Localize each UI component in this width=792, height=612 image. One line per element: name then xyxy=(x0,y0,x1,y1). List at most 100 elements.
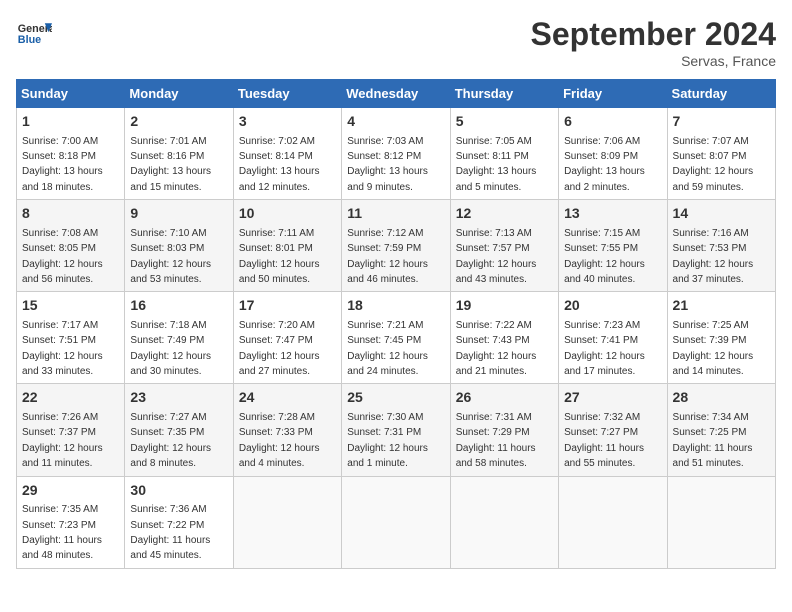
day-number: 12 xyxy=(456,204,553,224)
day-number: 8 xyxy=(22,204,119,224)
calendar-cell: 8 Sunrise: 7:08 AMSunset: 8:05 PMDaylight… xyxy=(17,200,125,292)
day-info: Sunrise: 7:08 AMSunset: 8:05 PMDaylight:… xyxy=(22,228,103,285)
col-sunday: Sunday xyxy=(17,80,125,108)
day-info: Sunrise: 7:02 AMSunset: 8:14 PMDaylight:… xyxy=(239,136,320,193)
col-friday: Friday xyxy=(559,80,667,108)
col-wednesday: Wednesday xyxy=(342,80,450,108)
day-info: Sunrise: 7:11 AMSunset: 8:01 PMDaylight:… xyxy=(239,228,320,285)
calendar-cell: 19Sunrise: 7:22 AMSunset: 7:43 PMDayligh… xyxy=(450,292,558,384)
calendar-cell xyxy=(450,476,558,568)
day-info: Sunrise: 7:35 AMSunset: 7:23 PMDaylight:… xyxy=(22,504,102,561)
col-saturday: Saturday xyxy=(667,80,775,108)
day-number: 7 xyxy=(673,112,770,132)
header-row: Sunday Monday Tuesday Wednesday Thursday… xyxy=(17,80,776,108)
day-number: 24 xyxy=(239,388,336,408)
calendar-cell: 29 Sunrise: 7:35 AMSunset: 7:23 PMDayligh… xyxy=(17,476,125,568)
calendar-cell: 30 Sunrise: 7:36 AMSunset: 7:22 PMDayligh… xyxy=(125,476,233,568)
calendar-cell: 14Sunrise: 7:16 AMSunset: 7:53 PMDayligh… xyxy=(667,200,775,292)
day-number: 26 xyxy=(456,388,553,408)
day-info: Sunrise: 7:17 AMSunset: 7:51 PMDaylight:… xyxy=(22,320,103,377)
calendar-body: 1 Sunrise: 7:00 AMSunset: 8:18 PMDaylight… xyxy=(17,108,776,569)
day-number: 17 xyxy=(239,296,336,316)
calendar-cell xyxy=(342,476,450,568)
calendar-cell: 27Sunrise: 7:32 AMSunset: 7:27 PMDayligh… xyxy=(559,384,667,476)
calendar-cell: 4Sunrise: 7:03 AMSunset: 8:12 PMDaylight… xyxy=(342,108,450,200)
day-info: Sunrise: 7:16 AMSunset: 7:53 PMDaylight:… xyxy=(673,228,754,285)
calendar-cell xyxy=(559,476,667,568)
day-number: 21 xyxy=(673,296,770,316)
calendar-cell xyxy=(667,476,775,568)
month-title: September 2024 xyxy=(531,16,776,53)
calendar-week-3: 15 Sunrise: 7:17 AMSunset: 7:51 PMDayligh… xyxy=(17,292,776,384)
calendar-cell: 24 Sunrise: 7:28 AMSunset: 7:33 PMDayligh… xyxy=(233,384,341,476)
calendar-cell: 6 Sunrise: 7:06 AMSunset: 8:09 PMDaylight… xyxy=(559,108,667,200)
day-info: Sunrise: 7:06 AMSunset: 8:09 PMDaylight:… xyxy=(564,136,645,193)
day-number: 29 xyxy=(22,481,119,501)
calendar-cell: 20Sunrise: 7:23 AMSunset: 7:41 PMDayligh… xyxy=(559,292,667,384)
day-info: Sunrise: 7:07 AMSunset: 8:07 PMDaylight:… xyxy=(673,136,754,193)
day-number: 3 xyxy=(239,112,336,132)
calendar-cell: 16 Sunrise: 7:18 AMSunset: 7:49 PMDayligh… xyxy=(125,292,233,384)
day-number: 25 xyxy=(347,388,444,408)
calendar-cell: 12 Sunrise: 7:13 AMSunset: 7:57 PMDayligh… xyxy=(450,200,558,292)
day-number: 30 xyxy=(130,481,227,501)
day-number: 15 xyxy=(22,296,119,316)
calendar-week-1: 1 Sunrise: 7:00 AMSunset: 8:18 PMDaylight… xyxy=(17,108,776,200)
day-number: 16 xyxy=(130,296,227,316)
day-number: 13 xyxy=(564,204,661,224)
calendar-cell: 22 Sunrise: 7:26 AMSunset: 7:37 PMDayligh… xyxy=(17,384,125,476)
calendar-cell: 1 Sunrise: 7:00 AMSunset: 8:18 PMDaylight… xyxy=(17,108,125,200)
day-number: 11 xyxy=(347,204,444,224)
day-number: 22 xyxy=(22,388,119,408)
calendar-cell: 17 Sunrise: 7:20 AMSunset: 7:47 PMDayligh… xyxy=(233,292,341,384)
day-number: 19 xyxy=(456,296,553,316)
calendar-week-2: 8 Sunrise: 7:08 AMSunset: 8:05 PMDaylight… xyxy=(17,200,776,292)
day-info: Sunrise: 7:34 AMSunset: 7:25 PMDaylight:… xyxy=(673,412,753,469)
calendar-cell: 28 Sunrise: 7:34 AMSunset: 7:25 PMDayligh… xyxy=(667,384,775,476)
day-number: 20 xyxy=(564,296,661,316)
day-number: 28 xyxy=(673,388,770,408)
logo-icon: General Blue xyxy=(16,16,52,52)
day-info: Sunrise: 7:00 AMSunset: 8:18 PMDaylight:… xyxy=(22,136,103,193)
logo: General Blue xyxy=(16,16,52,52)
day-info: Sunrise: 7:18 AMSunset: 7:49 PMDaylight:… xyxy=(130,320,211,377)
day-info: Sunrise: 7:30 AMSunset: 7:31 PMDaylight:… xyxy=(347,412,428,469)
day-info: Sunrise: 7:21 AMSunset: 7:45 PMDaylight:… xyxy=(347,320,428,377)
calendar-cell xyxy=(233,476,341,568)
day-info: Sunrise: 7:03 AMSunset: 8:12 PMDaylight:… xyxy=(347,136,428,193)
day-info: Sunrise: 7:01 AMSunset: 8:16 PMDaylight:… xyxy=(130,136,211,193)
calendar-cell: 3 Sunrise: 7:02 AMSunset: 8:14 PMDaylight… xyxy=(233,108,341,200)
title-area: September 2024 Servas, France xyxy=(531,16,776,69)
calendar-cell: 23 Sunrise: 7:27 AMSunset: 7:35 PMDayligh… xyxy=(125,384,233,476)
day-info: Sunrise: 7:12 AMSunset: 7:59 PMDaylight:… xyxy=(347,228,428,285)
location: Servas, France xyxy=(531,53,776,69)
calendar-cell: 18 Sunrise: 7:21 AMSunset: 7:45 PMDayligh… xyxy=(342,292,450,384)
day-info: Sunrise: 7:20 AMSunset: 7:47 PMDaylight:… xyxy=(239,320,320,377)
day-number: 18 xyxy=(347,296,444,316)
day-info: Sunrise: 7:26 AMSunset: 7:37 PMDaylight:… xyxy=(22,412,103,469)
page-header: General Blue September 2024 Servas, Fran… xyxy=(16,16,776,69)
calendar-table: Sunday Monday Tuesday Wednesday Thursday… xyxy=(16,79,776,569)
calendar-cell: 2Sunrise: 7:01 AMSunset: 8:16 PMDaylight… xyxy=(125,108,233,200)
calendar-cell: 10Sunrise: 7:11 AMSunset: 8:01 PMDayligh… xyxy=(233,200,341,292)
calendar-cell: 9Sunrise: 7:10 AMSunset: 8:03 PMDaylight… xyxy=(125,200,233,292)
day-number: 6 xyxy=(564,112,661,132)
col-thursday: Thursday xyxy=(450,80,558,108)
day-info: Sunrise: 7:27 AMSunset: 7:35 PMDaylight:… xyxy=(130,412,211,469)
calendar-week-5: 29 Sunrise: 7:35 AMSunset: 7:23 PMDayligh… xyxy=(17,476,776,568)
calendar-cell: 13Sunrise: 7:15 AMSunset: 7:55 PMDayligh… xyxy=(559,200,667,292)
day-number: 1 xyxy=(22,112,119,132)
col-monday: Monday xyxy=(125,80,233,108)
calendar-cell: 11 Sunrise: 7:12 AMSunset: 7:59 PMDayligh… xyxy=(342,200,450,292)
day-info: Sunrise: 7:31 AMSunset: 7:29 PMDaylight:… xyxy=(456,412,536,469)
day-number: 23 xyxy=(130,388,227,408)
day-info: Sunrise: 7:13 AMSunset: 7:57 PMDaylight:… xyxy=(456,228,537,285)
calendar-cell: 25 Sunrise: 7:30 AMSunset: 7:31 PMDayligh… xyxy=(342,384,450,476)
calendar-cell: 26 Sunrise: 7:31 AMSunset: 7:29 PMDayligh… xyxy=(450,384,558,476)
day-number: 5 xyxy=(456,112,553,132)
day-info: Sunrise: 7:28 AMSunset: 7:33 PMDaylight:… xyxy=(239,412,320,469)
day-info: Sunrise: 7:36 AMSunset: 7:22 PMDaylight:… xyxy=(130,504,210,561)
calendar-week-4: 22 Sunrise: 7:26 AMSunset: 7:37 PMDayligh… xyxy=(17,384,776,476)
col-tuesday: Tuesday xyxy=(233,80,341,108)
calendar-cell: 5Sunrise: 7:05 AMSunset: 8:11 PMDaylight… xyxy=(450,108,558,200)
